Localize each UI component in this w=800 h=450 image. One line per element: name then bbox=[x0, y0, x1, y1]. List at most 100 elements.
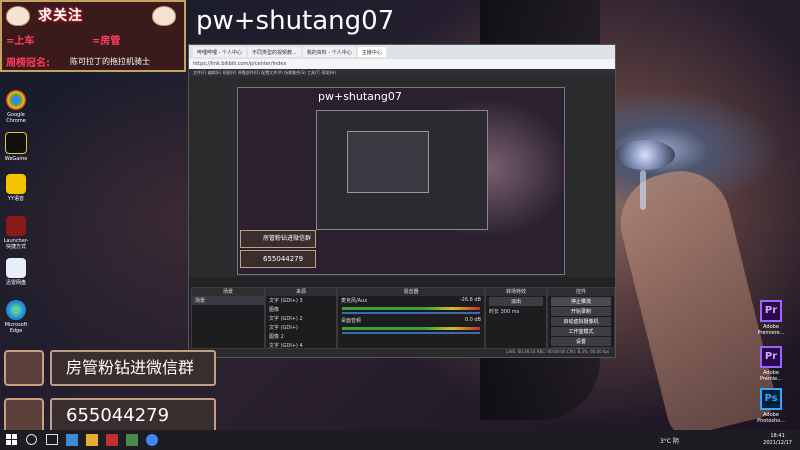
banner-sub-admin: =房管 bbox=[92, 36, 121, 47]
duration-row: 时长 300 ms bbox=[489, 309, 520, 315]
preview-group-label: 房管粉钻进微信群 bbox=[240, 230, 316, 248]
desktop-icon-label: YY语音 bbox=[7, 196, 25, 202]
taskbar-app-icon[interactable] bbox=[106, 434, 118, 446]
browser-tab[interactable]: 我的资料 - 个人中心 bbox=[302, 47, 356, 57]
desktop-icon-label: Microsoft Edge bbox=[4, 322, 28, 334]
desktop-icon-label: Adobe Photosho... bbox=[757, 412, 785, 424]
cat-icon bbox=[152, 6, 176, 26]
source-item[interactable]: 文字 (GDI+) bbox=[266, 323, 336, 332]
mixer-slider[interactable] bbox=[342, 332, 480, 334]
browser-tab[interactable]: 哔哩哔哩 - 个人中心 bbox=[193, 47, 246, 57]
banner-title: 求关注 bbox=[38, 8, 83, 24]
obs-statusbar: LIVE: 00:36:14 REC: 00:00:00 CPU: 8.3%, … bbox=[189, 349, 615, 357]
mixer-meter bbox=[342, 327, 480, 330]
mixer-meter bbox=[342, 307, 480, 310]
desktop-icon-yy[interactable]: YY语音 bbox=[2, 174, 30, 202]
source-item[interactable]: 图像 bbox=[266, 305, 336, 314]
wallpaper-eye bbox=[615, 140, 675, 170]
task-view-icon[interactable] bbox=[46, 434, 58, 445]
stop-stream-button[interactable]: 停止推流 bbox=[551, 297, 611, 306]
group-panel: 房管粉钻进微信群 bbox=[0, 348, 218, 388]
nested-preview-2 bbox=[347, 131, 429, 193]
crown-value: 陈可拉丁的拖拉机骑士 bbox=[70, 57, 150, 66]
obs-docks: 场景 场景 来源 文字 (GDI+) 3 图像 文字 (GDI+) 2 文字 (… bbox=[189, 277, 615, 357]
source-item[interactable]: 图像 2 bbox=[266, 332, 336, 341]
follow-banner: 求关注 =上车 =房管 周榜冠名: 陈可拉丁的拖拉机骑士 bbox=[0, 0, 186, 72]
browser-tab-strip: 哔哩哔哩 - 个人中心 不同类型的视频教... 我的资料 - 个人中心 主播中心 bbox=[189, 45, 615, 59]
yy-icon bbox=[6, 174, 26, 194]
start-icon[interactable] bbox=[6, 434, 18, 446]
edge-icon bbox=[6, 300, 26, 320]
mixer-header: 混音器 bbox=[338, 288, 484, 296]
clock-date: 2021/12/17 bbox=[763, 440, 792, 446]
taskbar: 3°C 阴 18:41 2021/12/17 bbox=[0, 430, 800, 450]
desktop-icon-label: Adobe Premie... bbox=[759, 370, 783, 382]
browser-tab[interactable]: 不同类型的视频教... bbox=[247, 47, 301, 57]
obs-window[interactable]: 哔哩哔哩 - 个人中心 不同类型的视频教... 我的资料 - 个人中心 主播中心… bbox=[188, 44, 616, 358]
taskbar-app-icon[interactable] bbox=[126, 434, 138, 446]
start-record-button[interactable]: 开始录制 bbox=[551, 307, 611, 316]
qq-number: 655044279 bbox=[50, 398, 216, 434]
mixer-dock: 混音器 麦克风/Aux -26.8 dB 桌面音频 0.0 dB bbox=[337, 287, 485, 349]
desktop-icon-premiere[interactable]: Pr Adobe Premiere... bbox=[756, 300, 786, 336]
studio-mode-button[interactable]: 工作室模式 bbox=[551, 327, 611, 336]
clock[interactable]: 18:41 2021/12/17 bbox=[763, 433, 792, 447]
obs-menubar[interactable]: 文件(F) 编辑(E) 视图(V) 停靠部件(D) 配置文件(P) 场景集合(S… bbox=[189, 69, 615, 77]
desktop-icon-edge[interactable]: Microsoft Edge bbox=[2, 300, 30, 334]
desktop-icon-label: WeGame bbox=[4, 156, 28, 162]
transition-select[interactable]: 淡出 bbox=[489, 297, 543, 306]
desktop-icon-label: 迅雷网盘 bbox=[5, 280, 26, 286]
group-label: 房管粉钻进微信群 bbox=[50, 350, 216, 386]
chrome-icon[interactable] bbox=[146, 434, 158, 446]
mixer-slider[interactable] bbox=[342, 312, 480, 314]
desktop-icon-label: Google Chrome bbox=[6, 112, 26, 124]
wallpaper-tear bbox=[640, 170, 646, 210]
browser-tab-active[interactable]: 主播中心 bbox=[357, 47, 386, 57]
launcher-icon bbox=[6, 216, 26, 236]
obs-preview: pw+shutang07 房管粉钻进微信群 655044279 bbox=[237, 87, 565, 275]
source-item[interactable]: 文字 (GDI+) 2 bbox=[266, 314, 336, 323]
sources-header: 来源 bbox=[266, 288, 336, 296]
scene-item[interactable]: 场景 bbox=[192, 296, 264, 305]
clock-time: 18:41 bbox=[770, 433, 785, 439]
sources-dock: 来源 文字 (GDI+) 3 图像 文字 (GDI+) 2 文字 (GDI+) … bbox=[265, 287, 337, 349]
address-bar[interactable]: https://link.bilibili.com/p/center/index bbox=[189, 59, 615, 69]
nested-preview bbox=[316, 110, 488, 230]
file-explorer-icon[interactable] bbox=[86, 434, 98, 446]
weather-widget[interactable]: 3°C 阴 bbox=[660, 436, 679, 445]
taskbar-app-icon[interactable] bbox=[66, 434, 78, 446]
scenes-header: 场景 bbox=[192, 288, 264, 296]
transition-header: 转场特效 bbox=[486, 288, 546, 296]
crown-label: 周榜冠名: bbox=[6, 58, 50, 69]
search-icon[interactable] bbox=[26, 434, 37, 445]
chrome-icon bbox=[6, 90, 26, 110]
cat-icon bbox=[6, 6, 30, 26]
watermark-text: pw+shutang07 bbox=[196, 6, 395, 36]
mixer-track-label: 麦克风/Aux -26.8 dB bbox=[341, 297, 481, 304]
scenes-dock: 场景 场景 bbox=[191, 287, 265, 349]
desktop-icon-photoshop[interactable]: Ps Adobe Photosho... bbox=[756, 388, 786, 424]
transitions-dock: 转场特效 淡出 时长 300 ms bbox=[485, 287, 547, 349]
wegame-icon bbox=[5, 132, 27, 154]
desktop-icon-launcher[interactable]: Launcher-快捷方式 bbox=[2, 216, 30, 250]
controls-dock: 控件 停止推流 开始录制 启动虚拟摄像机 工作室模式 设置 退出 bbox=[547, 287, 615, 356]
desktop-icon-label: Launcher-快捷方式 bbox=[3, 238, 29, 250]
qq-icon bbox=[4, 398, 44, 434]
avatar bbox=[4, 350, 44, 386]
desktop-icon-cloud-drive[interactable]: 迅雷网盘 bbox=[2, 258, 30, 286]
desktop-icon-chrome[interactable]: Google Chrome bbox=[2, 90, 30, 124]
desktop-icon-wegame[interactable]: WeGame bbox=[2, 132, 30, 162]
cloud-drive-icon bbox=[6, 258, 26, 278]
preview-qq-number: 655044279 bbox=[240, 250, 316, 268]
mixer-track-label: 桌面音频 0.0 dB bbox=[341, 317, 481, 324]
premiere-icon: Pr bbox=[760, 300, 782, 322]
premiere-icon: Pr bbox=[760, 346, 782, 368]
photoshop-icon: Ps bbox=[760, 388, 782, 410]
controls-header: 控件 bbox=[548, 288, 614, 296]
preview-watermark: pw+shutang07 bbox=[318, 90, 402, 103]
source-item[interactable]: 文字 (GDI+) 3 bbox=[266, 296, 336, 305]
desktop-icon-premiere-2[interactable]: Pr Adobe Premie... bbox=[756, 346, 786, 382]
desktop-icon-label: Adobe Premiere... bbox=[757, 324, 785, 336]
settings-button[interactable]: 设置 bbox=[551, 337, 611, 346]
virtual-camera-button[interactable]: 启动虚拟摄像机 bbox=[551, 317, 611, 326]
